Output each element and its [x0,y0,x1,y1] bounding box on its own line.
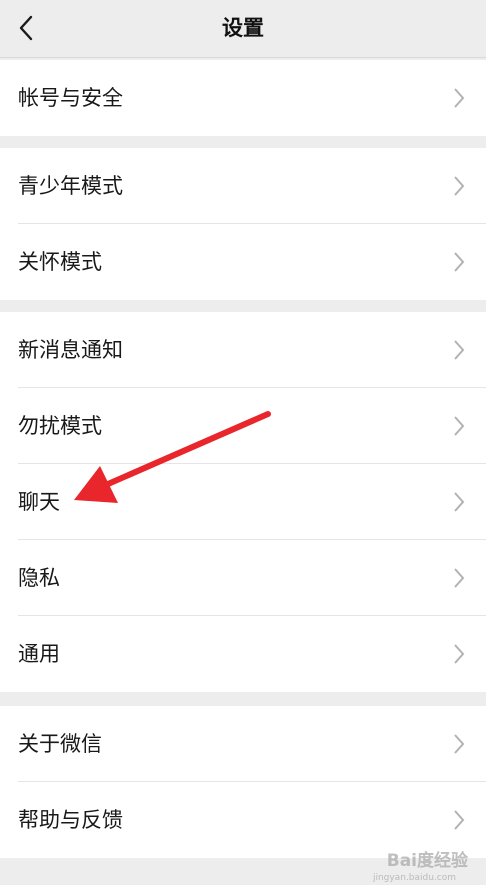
chevron-right-icon [454,88,465,108]
page-title: 设置 [222,16,264,40]
settings-item-label: 青少年模式 [18,174,123,198]
settings-item-do-not-disturb[interactable]: 勿扰模式 [0,388,486,464]
settings-item-account-security[interactable]: 帐号与安全 [0,60,486,136]
settings-item-care-mode[interactable]: 关怀模式 [0,224,486,300]
settings-group-general: 新消息通知 勿扰模式 聊天 隐私 通用 [0,312,486,692]
chevron-right-icon [454,176,465,196]
settings-item-teen-mode[interactable]: 青少年模式 [0,148,486,224]
settings-item-label: 勿扰模式 [18,414,102,438]
settings-item-general[interactable]: 通用 [0,616,486,692]
settings-item-label: 聊天 [18,490,60,514]
settings-item-notifications[interactable]: 新消息通知 [0,312,486,388]
settings-item-label: 通用 [18,642,60,666]
settings-screen: 设置 帐号与安全 青少年模式 关怀模式 新消息通知 勿扰模式 聊天 隐私 通用 … [0,0,486,885]
chevron-right-icon [454,644,465,664]
settings-item-label: 关于微信 [18,732,102,756]
chevron-right-icon [454,568,465,588]
nav-bar: 设置 [0,0,486,58]
settings-group-modes: 青少年模式 关怀模式 [0,148,486,300]
chevron-right-icon [454,810,465,830]
settings-item-label: 帮助与反馈 [18,808,123,832]
chevron-right-icon [454,340,465,360]
settings-item-privacy[interactable]: 隐私 [0,540,486,616]
settings-group-account: 帐号与安全 [0,60,486,136]
settings-item-label: 帐号与安全 [18,86,123,110]
chevron-right-icon [454,492,465,512]
settings-item-label: 关怀模式 [18,250,102,274]
baidu-watermark: Bai度经验 [386,851,468,871]
settings-item-chat[interactable]: 聊天 [0,464,486,540]
settings-item-label: 新消息通知 [18,338,123,362]
chevron-right-icon [454,252,465,272]
settings-item-label: 隐私 [18,566,60,590]
chevron-right-icon [454,416,465,436]
settings-group-about: 关于微信 帮助与反馈 [0,706,486,858]
settings-item-about-wechat[interactable]: 关于微信 [0,706,486,782]
baidu-watermark-url: jingyan.baidu.com [372,873,456,883]
chevron-right-icon [454,734,465,754]
